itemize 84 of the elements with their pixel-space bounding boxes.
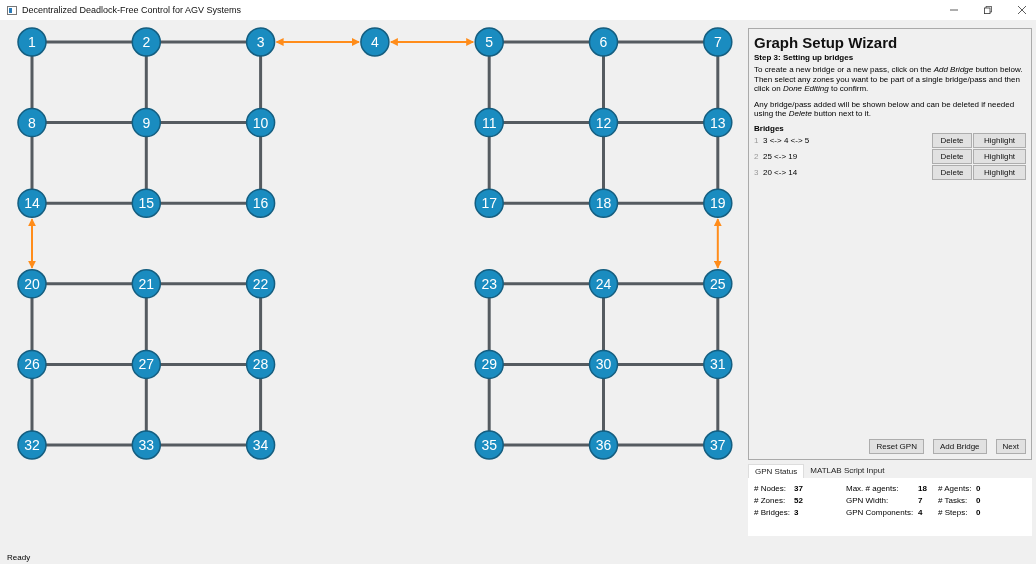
graph-node[interactable]: 12 (588, 107, 619, 138)
graph-node[interactable]: 19 (703, 188, 733, 218)
stat-value: 3 (794, 508, 799, 517)
graph-node[interactable]: 25 (703, 269, 733, 299)
graph-node[interactable]: 27 (131, 349, 162, 380)
graph-node[interactable]: 23 (474, 269, 504, 299)
highlight-button[interactable]: Highlight (973, 133, 1026, 149)
stat-label: GPN Components: (846, 508, 915, 517)
stat-label: # Zones: (754, 496, 787, 505)
graph-node[interactable]: 22 (245, 269, 276, 299)
graph-node[interactable]: 21 (131, 269, 162, 299)
graph-node[interactable]: 31 (703, 349, 733, 380)
graph-node[interactable]: 18 (588, 188, 619, 218)
graph-node[interactable]: 3 (245, 27, 276, 57)
delete-button[interactable]: Delete (932, 165, 972, 181)
wizard-title: Graph Setup Wizard (754, 34, 899, 51)
stat-label: # Steps: (938, 508, 969, 517)
graph-node[interactable]: 4 (360, 27, 390, 57)
stat-value: 18 (918, 484, 927, 493)
stat-label: # Tasks: (938, 496, 969, 505)
delete-button[interactable]: Delete (932, 149, 972, 165)
highlight-button[interactable]: Highlight (973, 149, 1026, 165)
graph-node[interactable]: 9 (131, 107, 162, 138)
highlight-button[interactable]: Highlight (973, 165, 1026, 181)
graph-node[interactable]: 32 (17, 430, 47, 460)
stat-label: Max. # agents: (846, 484, 900, 493)
stat-label: # Nodes: (754, 484, 788, 493)
bridge-text: 3 <-> 4 <-> 5 (763, 136, 811, 146)
status-bar-text: Ready (6, 553, 32, 564)
graph-node[interactable]: 17 (474, 188, 504, 218)
graph-node[interactable]: 29 (474, 349, 504, 380)
bridge-text: 25 <-> 19 (763, 152, 799, 162)
row-number: 3 (754, 168, 760, 178)
tab[interactable]: GPN Status (748, 464, 805, 478)
stat-value: 4 (918, 508, 923, 517)
bridges-heading: Bridges (754, 123, 785, 133)
delete-button[interactable]: Delete (932, 133, 972, 149)
reset-button[interactable]: Reset GPN (869, 439, 924, 454)
graph-node[interactable]: 35 (474, 430, 504, 460)
graph-node[interactable]: 26 (17, 349, 47, 380)
add-bridge-button[interactable]: Add Bridge (932, 439, 987, 454)
tab[interactable]: MATLAB Script Input (804, 464, 891, 478)
bridge-text: 20 <-> 14 (763, 168, 799, 178)
graph-node[interactable]: 10 (245, 107, 276, 138)
graph-node[interactable]: 11 (474, 107, 504, 138)
stat-value: 7 (918, 496, 923, 505)
graph-node[interactable]: 1 (17, 27, 47, 57)
stat-label: GPN Width: (846, 496, 890, 505)
instruction-text: To create a new bridge or a new pass, click on the Add Bridge button below. Then select any zones you want to be part of a single bridge/pass and then click on Done Editing to confirm. (754, 65, 1024, 94)
stat-value: 0 (976, 508, 981, 517)
graph-node[interactable]: 36 (588, 430, 619, 460)
stat-label: # Agents: (938, 484, 973, 493)
bridge-arrow (713, 218, 722, 269)
stat-value: 0 (976, 484, 981, 493)
graph-node[interactable]: 20 (17, 269, 47, 299)
graph-node[interactable]: 24 (588, 269, 619, 299)
graph-node[interactable]: 28 (245, 349, 276, 380)
graph-node[interactable]: 16 (245, 188, 276, 218)
step-heading: Step 3: Setting up bridges (754, 53, 855, 62)
graph-node[interactable]: 15 (131, 188, 162, 218)
close-icon[interactable] (1018, 6, 1026, 14)
next-button[interactable]: Next (995, 439, 1026, 454)
row-number: 1 (754, 136, 760, 146)
stat-value: 0 (976, 496, 981, 505)
row-number: 2 (754, 152, 760, 162)
graph-node[interactable]: 2 (131, 27, 162, 57)
restore-icon[interactable] (984, 6, 992, 14)
graph-node[interactable]: 34 (245, 430, 276, 460)
graph-node[interactable]: 37 (703, 430, 733, 460)
stat-value: 37 (794, 484, 803, 493)
graph-node[interactable]: 13 (703, 107, 733, 138)
graph-node[interactable]: 30 (588, 349, 619, 380)
stat-label: # Bridges: (754, 508, 792, 517)
stat-value: 52 (794, 496, 803, 505)
graph-node[interactable]: 14 (17, 188, 47, 218)
graph-node[interactable]: 8 (17, 107, 47, 138)
window-title: Decentralized Deadlock-Free Control for AGV Systems (22, 5, 242, 15)
instruction-text: Any bridge/pass added will be shown below and can be deleted if needed using the Delete button next to it. (754, 99, 1016, 119)
graph-node[interactable]: 6 (588, 27, 619, 57)
graph-node[interactable]: 7 (703, 27, 733, 57)
bridge-arrow (28, 218, 36, 269)
graph-node[interactable]: 33 (131, 430, 162, 460)
app-icon (7, 5, 17, 15)
graph-node[interactable]: 5 (474, 27, 504, 57)
